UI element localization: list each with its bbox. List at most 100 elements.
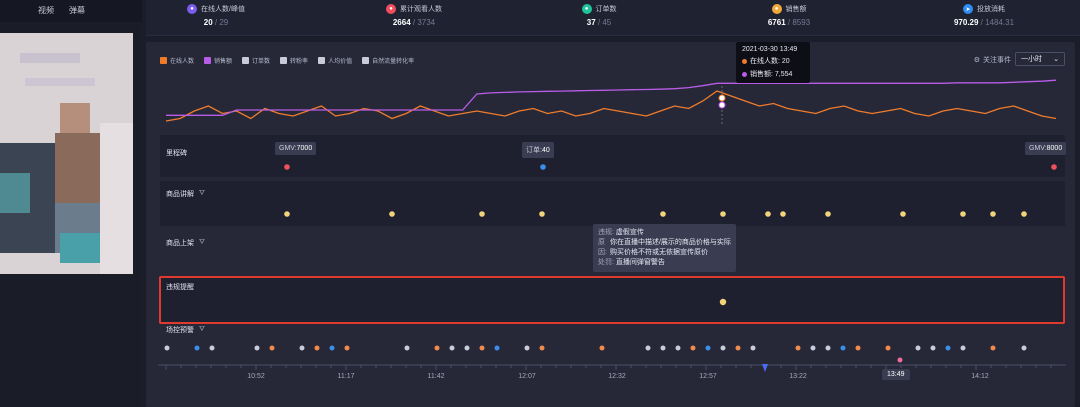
event-dot[interactable] [464, 345, 470, 351]
event-dot[interactable] [194, 345, 200, 351]
event-dot[interactable] [660, 211, 666, 217]
event-dot[interactable] [164, 345, 170, 351]
timeline-tick: 11:17 [337, 373, 355, 380]
event-dot[interactable] [209, 345, 215, 351]
legend-sales[interactable]: 销售额 [204, 56, 232, 65]
event-dot[interactable] [897, 357, 903, 363]
event-dot[interactable] [404, 345, 410, 351]
milestone-badge[interactable]: 订单:40 [522, 142, 554, 158]
event-dot[interactable] [539, 211, 545, 217]
event-dot[interactable] [284, 211, 290, 217]
event-dot[interactable] [524, 345, 530, 351]
event-dot[interactable] [314, 345, 320, 351]
stat-value: 37 [586, 18, 596, 27]
event-dot[interactable] [900, 211, 906, 217]
follow-event-toggle[interactable]: ⚙ 关注事件 [974, 55, 1011, 65]
event-dot[interactable] [269, 345, 275, 351]
milestone-badge[interactable]: GMV:7000 [275, 142, 317, 155]
event-dot[interactable] [720, 345, 726, 351]
timeline-tick: 12:57 [699, 373, 717, 380]
event-dot[interactable] [645, 345, 651, 351]
gear-icon: ⚙ [973, 57, 980, 64]
series-line [165, 90, 1057, 122]
stat-value: 6761 [767, 18, 786, 27]
event-dot[interactable] [990, 345, 996, 351]
filter-icon[interactable]: ⛛ [199, 239, 205, 247]
event-dot[interactable] [885, 345, 891, 351]
event-dot[interactable] [795, 345, 801, 351]
filter-icon[interactable]: ⛛ [199, 190, 205, 198]
event-dot[interactable] [810, 345, 816, 351]
event-dot[interactable] [540, 164, 546, 170]
timeline-tick: 10:52 [247, 373, 265, 380]
row-control: 场控预警 ⛛ [166, 325, 205, 335]
event-dot[interactable] [479, 211, 485, 217]
row-label-text: 商品上架 [166, 240, 194, 247]
tooltip-key: 处罚: [598, 259, 614, 266]
event-dot[interactable] [705, 345, 711, 351]
timeline-start-marker[interactable] [762, 364, 768, 372]
event-dot[interactable] [494, 345, 500, 351]
stat-total: 3734 [417, 18, 436, 27]
legend-avg-value[interactable]: 人均价值 [318, 56, 352, 65]
tooltip-value: 直播间弹窗警告 [615, 259, 665, 266]
event-dot[interactable] [329, 345, 335, 351]
legend-fan-rate[interactable]: 转粉率 [280, 56, 308, 65]
event-dot[interactable] [825, 211, 831, 217]
event-dot[interactable] [690, 345, 696, 351]
tab-video[interactable]: 视频 [38, 5, 54, 16]
current-time-pill[interactable]: 13:49 [882, 369, 910, 380]
event-dot[interactable] [254, 345, 260, 351]
event-dot[interactable] [434, 345, 440, 351]
event-dot[interactable] [1021, 345, 1027, 351]
event-dot[interactable] [479, 345, 485, 351]
milestone-badge[interactable]: GMV:8000 [1025, 142, 1067, 155]
row-label-text: 商品讲解 [166, 191, 194, 198]
filter-icon[interactable]: ⛛ [199, 326, 205, 334]
tooltip-dot [742, 71, 747, 77]
event-dot[interactable] [284, 164, 290, 170]
event-dot[interactable] [449, 345, 455, 351]
video-preview[interactable] [0, 33, 133, 274]
legend-label: 订单数 [252, 59, 271, 65]
event-dot[interactable] [720, 211, 726, 217]
legend-orders[interactable]: 订单数 [242, 56, 270, 65]
event-dot[interactable] [825, 345, 831, 351]
event-dot[interactable] [299, 345, 305, 351]
eye-icon: ● [386, 4, 396, 14]
timeline-ticks [165, 365, 1052, 370]
event-dot[interactable] [855, 345, 861, 351]
event-dot[interactable] [780, 211, 786, 217]
tooltip-time: 2021-03-30 13:49 [742, 46, 798, 53]
event-dot[interactable] [765, 211, 771, 217]
interval-select[interactable]: 一小时 ⌄ [1015, 52, 1065, 66]
event-dot[interactable] [1051, 164, 1057, 170]
event-dot[interactable] [990, 211, 996, 217]
milestone-value: 40 [541, 147, 550, 154]
event-dot[interactable] [539, 345, 545, 351]
legend-swatch [160, 57, 167, 64]
event-dot[interactable] [1021, 211, 1027, 217]
video-panel: 视频 弹幕 [0, 0, 142, 407]
stat-online: ● 在线人数/峰值 20 / 29 [156, 4, 276, 27]
event-dot[interactable] [840, 345, 846, 351]
event-dot[interactable] [960, 211, 966, 217]
tab-danmu[interactable]: 弹幕 [69, 5, 85, 16]
event-dot[interactable] [599, 345, 605, 351]
legend-natural-conv[interactable]: 自然流量转化率 [362, 56, 414, 65]
legend-online[interactable]: 在线人数 [160, 56, 194, 65]
event-dot[interactable] [675, 345, 681, 351]
event-dot[interactable] [945, 345, 951, 351]
legend-swatch [204, 57, 212, 64]
event-dot[interactable] [930, 345, 936, 351]
event-dot[interactable] [750, 345, 756, 351]
event-dot[interactable] [915, 345, 921, 351]
event-dot[interactable] [960, 345, 966, 351]
timeline-tick: 14:12 [971, 373, 989, 380]
event-dot[interactable] [735, 345, 741, 351]
legend-label: 人均价值 [328, 59, 353, 65]
event-dot[interactable] [389, 211, 395, 217]
stat-value: 2664 [392, 18, 411, 27]
event-dot[interactable] [344, 345, 350, 351]
event-dot[interactable] [660, 345, 666, 351]
